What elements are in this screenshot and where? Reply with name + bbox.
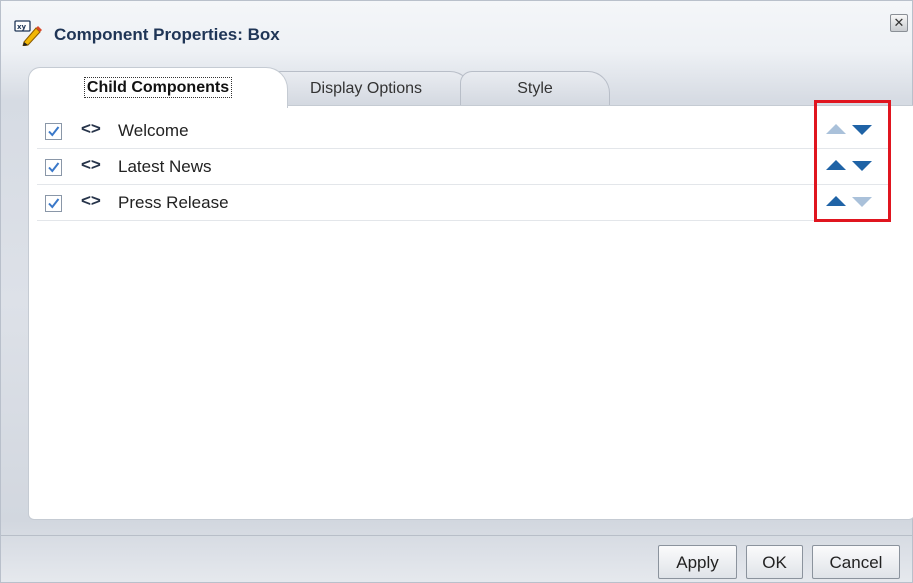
- tab-display-options-label: Display Options: [309, 80, 423, 97]
- tab-display-options[interactable]: Display Options: [260, 71, 472, 106]
- dialog-title: Component Properties: Box: [54, 25, 280, 44]
- code-icon: <>: [81, 191, 101, 210]
- component-properties-dialog: xy Component Properties: Box ✕ Child Com…: [0, 0, 913, 583]
- child-components-panel: <> Welcome <> Latest News <> Press Relea…: [28, 105, 913, 520]
- apply-button[interactable]: Apply: [658, 545, 737, 579]
- include-checkbox[interactable]: [45, 123, 62, 140]
- list-item: <> Press Release: [37, 184, 888, 221]
- dialog-titlebar: xy Component Properties: Box ✕: [1, 1, 912, 47]
- include-checkbox[interactable]: [45, 195, 62, 212]
- include-checkbox[interactable]: [45, 159, 62, 176]
- list-item: <> Welcome: [37, 112, 888, 149]
- code-icon: <>: [81, 155, 101, 174]
- list-item-label: Press Release: [118, 193, 229, 212]
- edit-properties-icon: xy: [14, 20, 44, 47]
- close-icon[interactable]: ✕: [890, 14, 908, 32]
- tab-child-components-label: Child Components: [83, 77, 233, 98]
- cancel-button[interactable]: Cancel: [812, 545, 900, 579]
- tab-bar: Child Components Display Options Style: [28, 61, 888, 108]
- reorder-highlight-box: [814, 100, 891, 222]
- code-icon: <>: [81, 119, 101, 138]
- list-item: <> Latest News: [37, 148, 888, 185]
- tab-style[interactable]: Style: [460, 71, 610, 106]
- list-item-label: Welcome: [118, 121, 189, 140]
- footer-divider: [1, 535, 912, 536]
- tab-child-components[interactable]: Child Components: [28, 67, 288, 108]
- list-item-label: Latest News: [118, 157, 212, 176]
- ok-button[interactable]: OK: [746, 545, 803, 579]
- tab-style-label: Style: [517, 80, 553, 97]
- svg-text:xy: xy: [17, 23, 27, 31]
